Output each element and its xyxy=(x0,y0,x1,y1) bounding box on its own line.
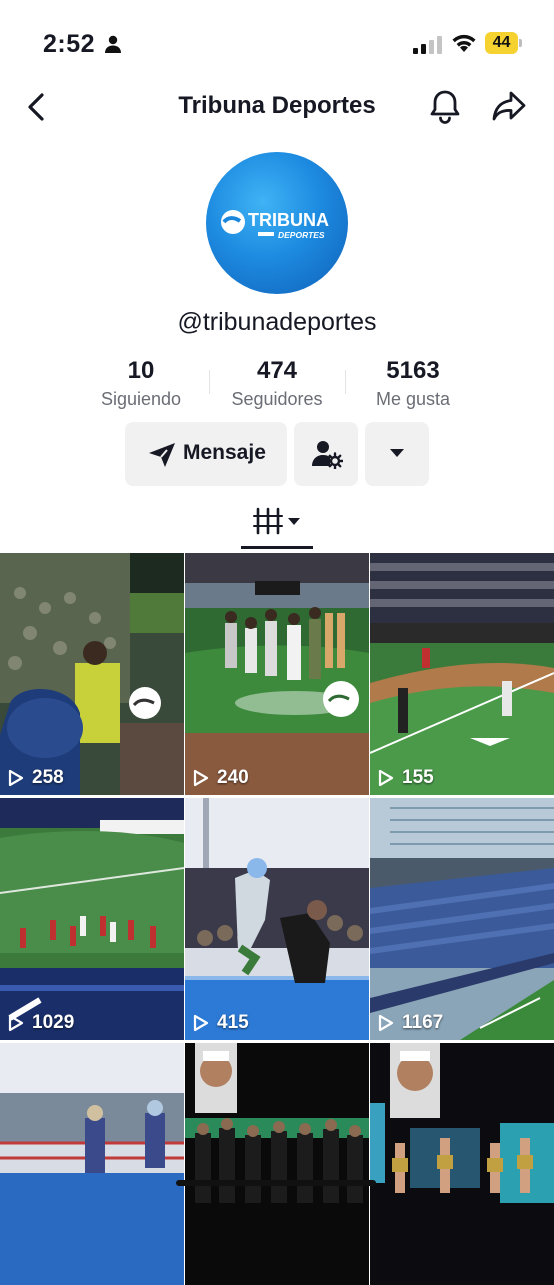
view-count-text: 415 xyxy=(217,1012,249,1033)
username: @tribunadeportes xyxy=(177,308,377,336)
video-thumbnail[interactable]: 258 xyxy=(0,553,184,795)
video-thumbnail[interactable]: 1029 xyxy=(0,798,184,1040)
view-count: 1029 xyxy=(8,1012,74,1034)
baseball-field-image xyxy=(185,553,369,795)
baseball-game-image xyxy=(370,553,554,795)
logo-subtext: DEPORTES xyxy=(278,230,325,240)
message-button-label: Mensaje xyxy=(183,441,266,464)
status-bar: 2:52 44 xyxy=(0,0,554,88)
logo-text: TRIBUNA xyxy=(248,210,329,230)
following-count: 10 xyxy=(127,357,155,384)
view-count-text: 1167 xyxy=(402,1012,444,1033)
play-icon xyxy=(378,1014,394,1032)
video-thumbnail[interactable] xyxy=(370,1043,554,1285)
more-options-button[interactable] xyxy=(365,422,429,486)
view-count-text: 258 xyxy=(32,767,64,788)
stat-divider xyxy=(345,370,346,394)
followers-count: 474 xyxy=(256,357,298,384)
following-label: Siguiendo xyxy=(100,389,182,409)
play-icon xyxy=(193,1014,209,1032)
wrestling-arena-image xyxy=(0,1043,184,1285)
send-icon xyxy=(149,443,175,467)
view-count-text: 1029 xyxy=(32,1012,75,1033)
view-count: 415 xyxy=(193,1012,249,1034)
event-stage-image xyxy=(185,1043,369,1285)
view-count: 155 xyxy=(378,767,434,789)
follow-settings-button[interactable] xyxy=(294,422,358,486)
videos-grid-tab-icon[interactable] xyxy=(252,506,304,536)
stadium-stands-image xyxy=(370,798,554,1040)
share-icon[interactable] xyxy=(491,88,527,124)
stage-performance-image xyxy=(370,1043,554,1285)
followers-label: Seguidores xyxy=(231,389,323,409)
view-count-text: 240 xyxy=(217,767,249,788)
wrestling-ring-image xyxy=(185,798,369,1040)
view-count: 240 xyxy=(193,767,249,789)
tab-active-indicator xyxy=(241,546,313,549)
view-count-text: 155 xyxy=(402,767,434,788)
wifi-icon xyxy=(452,34,476,52)
video-grid: 258 240 155 1029 415 1167 xyxy=(0,553,554,1285)
play-icon xyxy=(378,769,394,787)
soccer-field-image xyxy=(0,798,184,1040)
person-settings-icon xyxy=(312,441,343,469)
play-icon xyxy=(193,769,209,787)
likes-count: 5163 xyxy=(386,357,440,384)
video-thumbnail[interactable]: 1167 xyxy=(370,798,554,1040)
profile-avatar[interactable]: TRIBUNA DEPORTES xyxy=(206,152,348,294)
stadium-crowd-image xyxy=(0,553,184,795)
stat-followers[interactable]: 474 Seguidores xyxy=(222,356,332,412)
stat-likes[interactable]: 5163 Me gusta xyxy=(363,356,463,412)
play-icon xyxy=(8,1014,24,1032)
cellular-signal-icon xyxy=(413,36,442,54)
page-title: Tribuna Deportes xyxy=(178,92,376,119)
video-thumbnail[interactable]: 415 xyxy=(185,798,369,1040)
stat-following[interactable]: 10 Siguiendo xyxy=(91,356,191,412)
stat-divider xyxy=(209,370,210,394)
bell-icon[interactable] xyxy=(428,88,462,124)
battery-cap xyxy=(519,39,522,47)
battery-level: 44 xyxy=(485,32,518,54)
video-thumbnail[interactable]: 240 xyxy=(185,553,369,795)
home-indicator[interactable] xyxy=(176,1180,376,1186)
view-count: 1167 xyxy=(378,1012,443,1034)
video-thumbnail[interactable] xyxy=(185,1043,369,1285)
play-icon xyxy=(8,769,24,787)
status-time: 2:52 xyxy=(43,30,96,58)
caret-down-icon xyxy=(390,449,404,457)
person-icon xyxy=(105,35,121,53)
view-count: 258 xyxy=(8,767,64,789)
battery-indicator: 44 xyxy=(485,32,522,54)
message-button[interactable]: Mensaje xyxy=(125,422,287,486)
tribuna-logo: TRIBUNA DEPORTES xyxy=(221,210,329,240)
video-thumbnail[interactable] xyxy=(0,1043,184,1285)
video-thumbnail[interactable]: 155 xyxy=(370,553,554,795)
likes-label: Me gusta xyxy=(375,389,451,409)
